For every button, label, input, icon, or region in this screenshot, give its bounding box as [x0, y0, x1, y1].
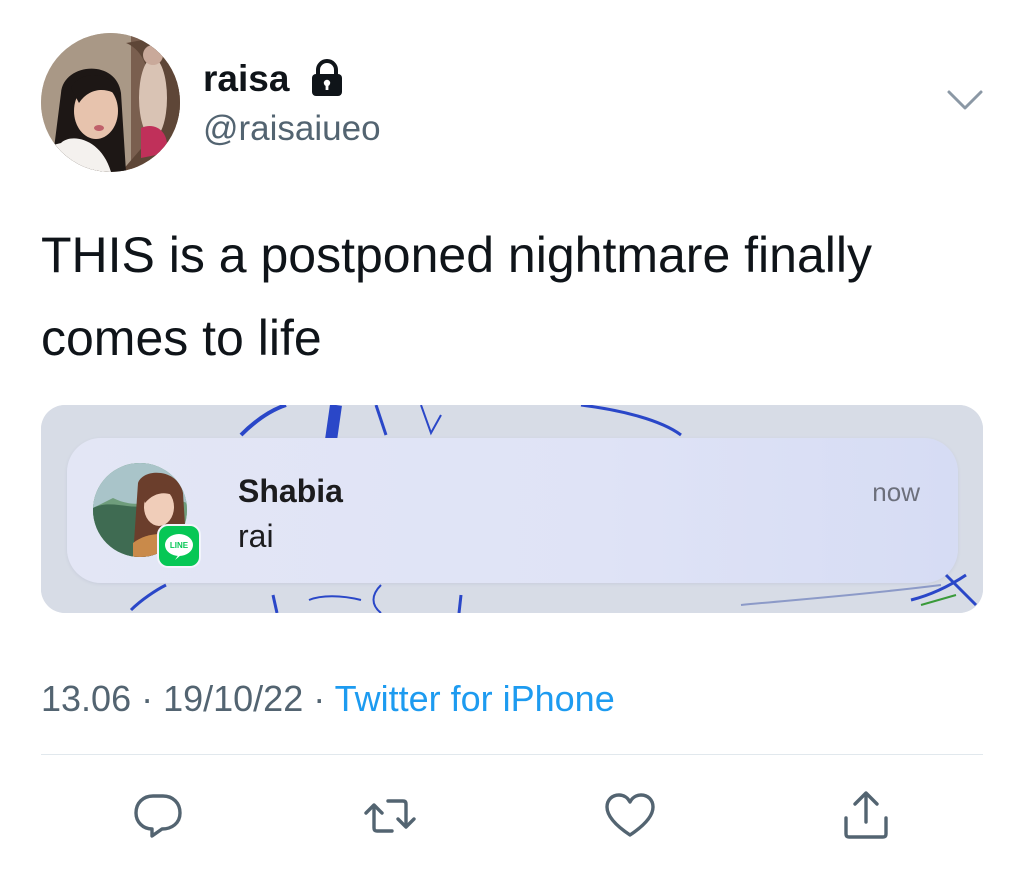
share-button[interactable] — [838, 788, 894, 844]
like-button[interactable] — [602, 788, 658, 844]
line-icon: LINE — [157, 524, 201, 568]
tweet-text: THIS is a postponed nightmare finally co… — [41, 227, 872, 366]
lock-icon — [312, 59, 342, 96]
share-icon — [844, 791, 888, 839]
display-name[interactable]: raisa — [203, 55, 289, 103]
notification-banner[interactable]: LINE Shabia rai now — [67, 438, 958, 583]
tweet-meta: 13.06 · 19/10/22 · Twitter for iPhone — [41, 676, 615, 722]
notification-message: rai — [238, 518, 274, 554]
svg-text:LINE: LINE — [170, 541, 189, 550]
reply-icon — [134, 794, 182, 838]
handle[interactable]: @raisaiueo — [203, 107, 381, 151]
reply-button[interactable] — [130, 788, 186, 844]
notification-time: now — [872, 477, 920, 507]
heart-icon — [605, 793, 655, 837]
chevron-down-icon[interactable] — [945, 88, 985, 114]
timestamp[interactable]: 13.06 · 19/10/22 — [41, 678, 303, 719]
retweet-icon — [364, 799, 416, 833]
divider — [41, 754, 983, 755]
retweet-button[interactable] — [362, 788, 418, 844]
source-link[interactable]: Twitter for iPhone — [335, 678, 615, 719]
media-image[interactable]: LINE Shabia rai now — [41, 405, 983, 613]
notification-sender: Shabia — [238, 473, 343, 509]
avatar[interactable] — [41, 33, 180, 172]
meta-separator: · — [313, 678, 326, 719]
